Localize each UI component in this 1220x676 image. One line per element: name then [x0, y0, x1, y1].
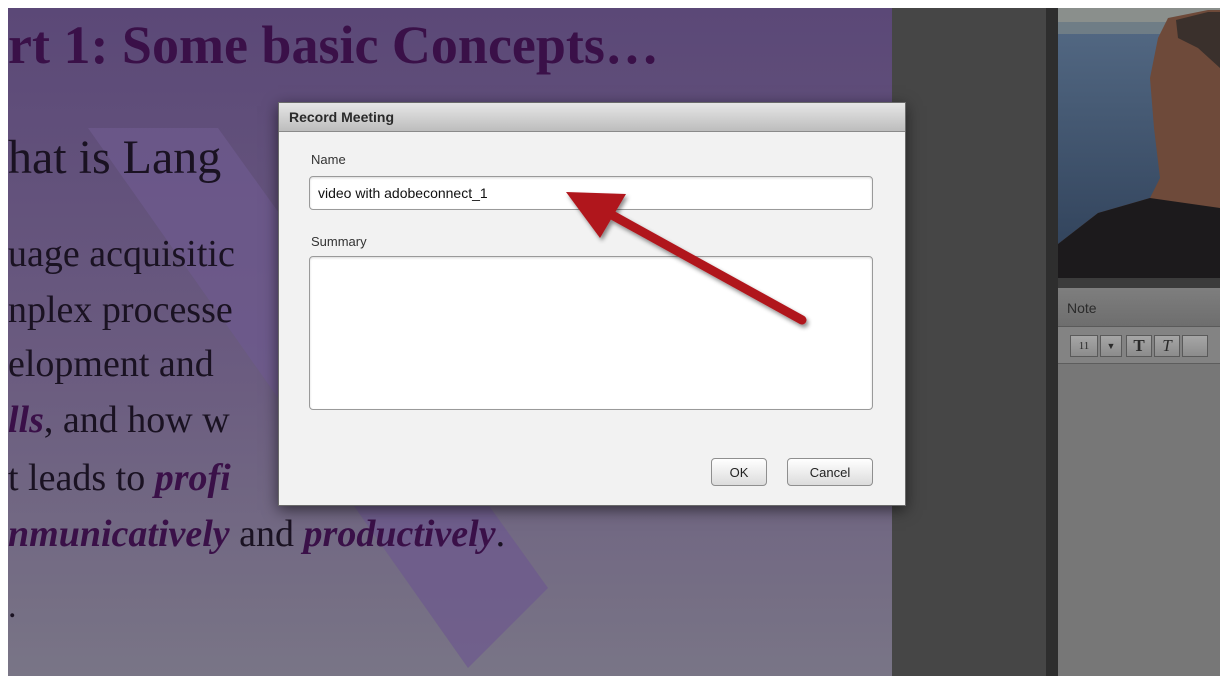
bold-button[interactable]: T — [1126, 335, 1152, 357]
name-input[interactable] — [309, 176, 873, 210]
slide-subtitle: hat is Lang — [8, 131, 222, 184]
summary-label: Summary — [311, 234, 367, 249]
pod-gap-area — [892, 8, 1046, 676]
note-pod: Note 11 ▼ T T — [1058, 288, 1220, 676]
name-label: Name — [311, 152, 346, 167]
underline-button[interactable] — [1182, 335, 1208, 357]
slide-title: rt 1: Some basic Concepts… — [8, 15, 659, 75]
ok-button[interactable]: OK — [711, 458, 767, 486]
dialog-titlebar[interactable]: Record Meeting — [279, 103, 905, 132]
summary-input[interactable] — [309, 256, 873, 410]
pod-divider — [1058, 278, 1220, 288]
slide-line: nplex processe — [8, 289, 233, 331]
dialog-body: Name Summary OK Cancel — [279, 132, 905, 505]
slide-line: elopment and — [8, 343, 214, 385]
cancel-button[interactable]: Cancel — [787, 458, 873, 486]
slide-line: t leads to profi — [8, 457, 231, 499]
italic-button[interactable]: T — [1154, 335, 1180, 357]
slide-fragment: . — [8, 588, 17, 625]
webcam-video — [1058, 8, 1220, 278]
font-size-select[interactable]: 11 — [1070, 335, 1098, 357]
slide-line: uage acquisitic — [8, 233, 235, 275]
chevron-down-icon[interactable]: ▼ — [1100, 335, 1122, 357]
dialog-title: Record Meeting — [289, 109, 395, 125]
slide-line: nmunicatively and productively. — [8, 513, 506, 555]
note-pod-header: Note — [1058, 288, 1220, 327]
pod-divider — [1046, 8, 1058, 676]
note-toolbar: 11 ▼ T T — [1058, 327, 1220, 364]
record-meeting-dialog: Record Meeting Name Summary OK Cancel — [278, 102, 906, 506]
webcam-video-image — [1058, 8, 1220, 278]
slide-line: lls, and how w — [8, 399, 230, 441]
note-pod-title: Note — [1067, 300, 1097, 316]
